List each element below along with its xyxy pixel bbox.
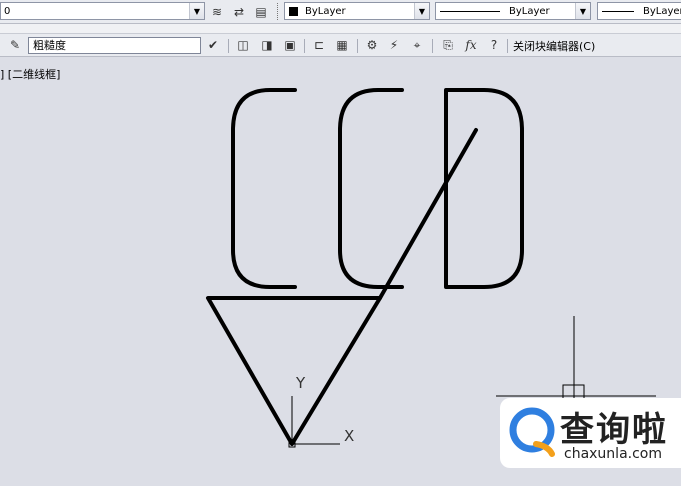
roughness-triangle [206,296,382,446]
ucs-x-label: X [344,427,355,445]
watermark-badge: 查询啦 chaxunla.com [500,398,681,468]
crosshair-cursor [496,316,656,407]
letter-c-second [338,88,404,289]
magnifier-logo-icon [509,407,555,457]
letter-d [444,88,524,289]
watermark-url: chaxunla.com [564,446,662,462]
ucs-y-label: Y [296,374,306,392]
watermark-title: 查询啦 [560,410,668,450]
letter-c-first [231,88,297,289]
roughness-extension-line [378,128,478,300]
